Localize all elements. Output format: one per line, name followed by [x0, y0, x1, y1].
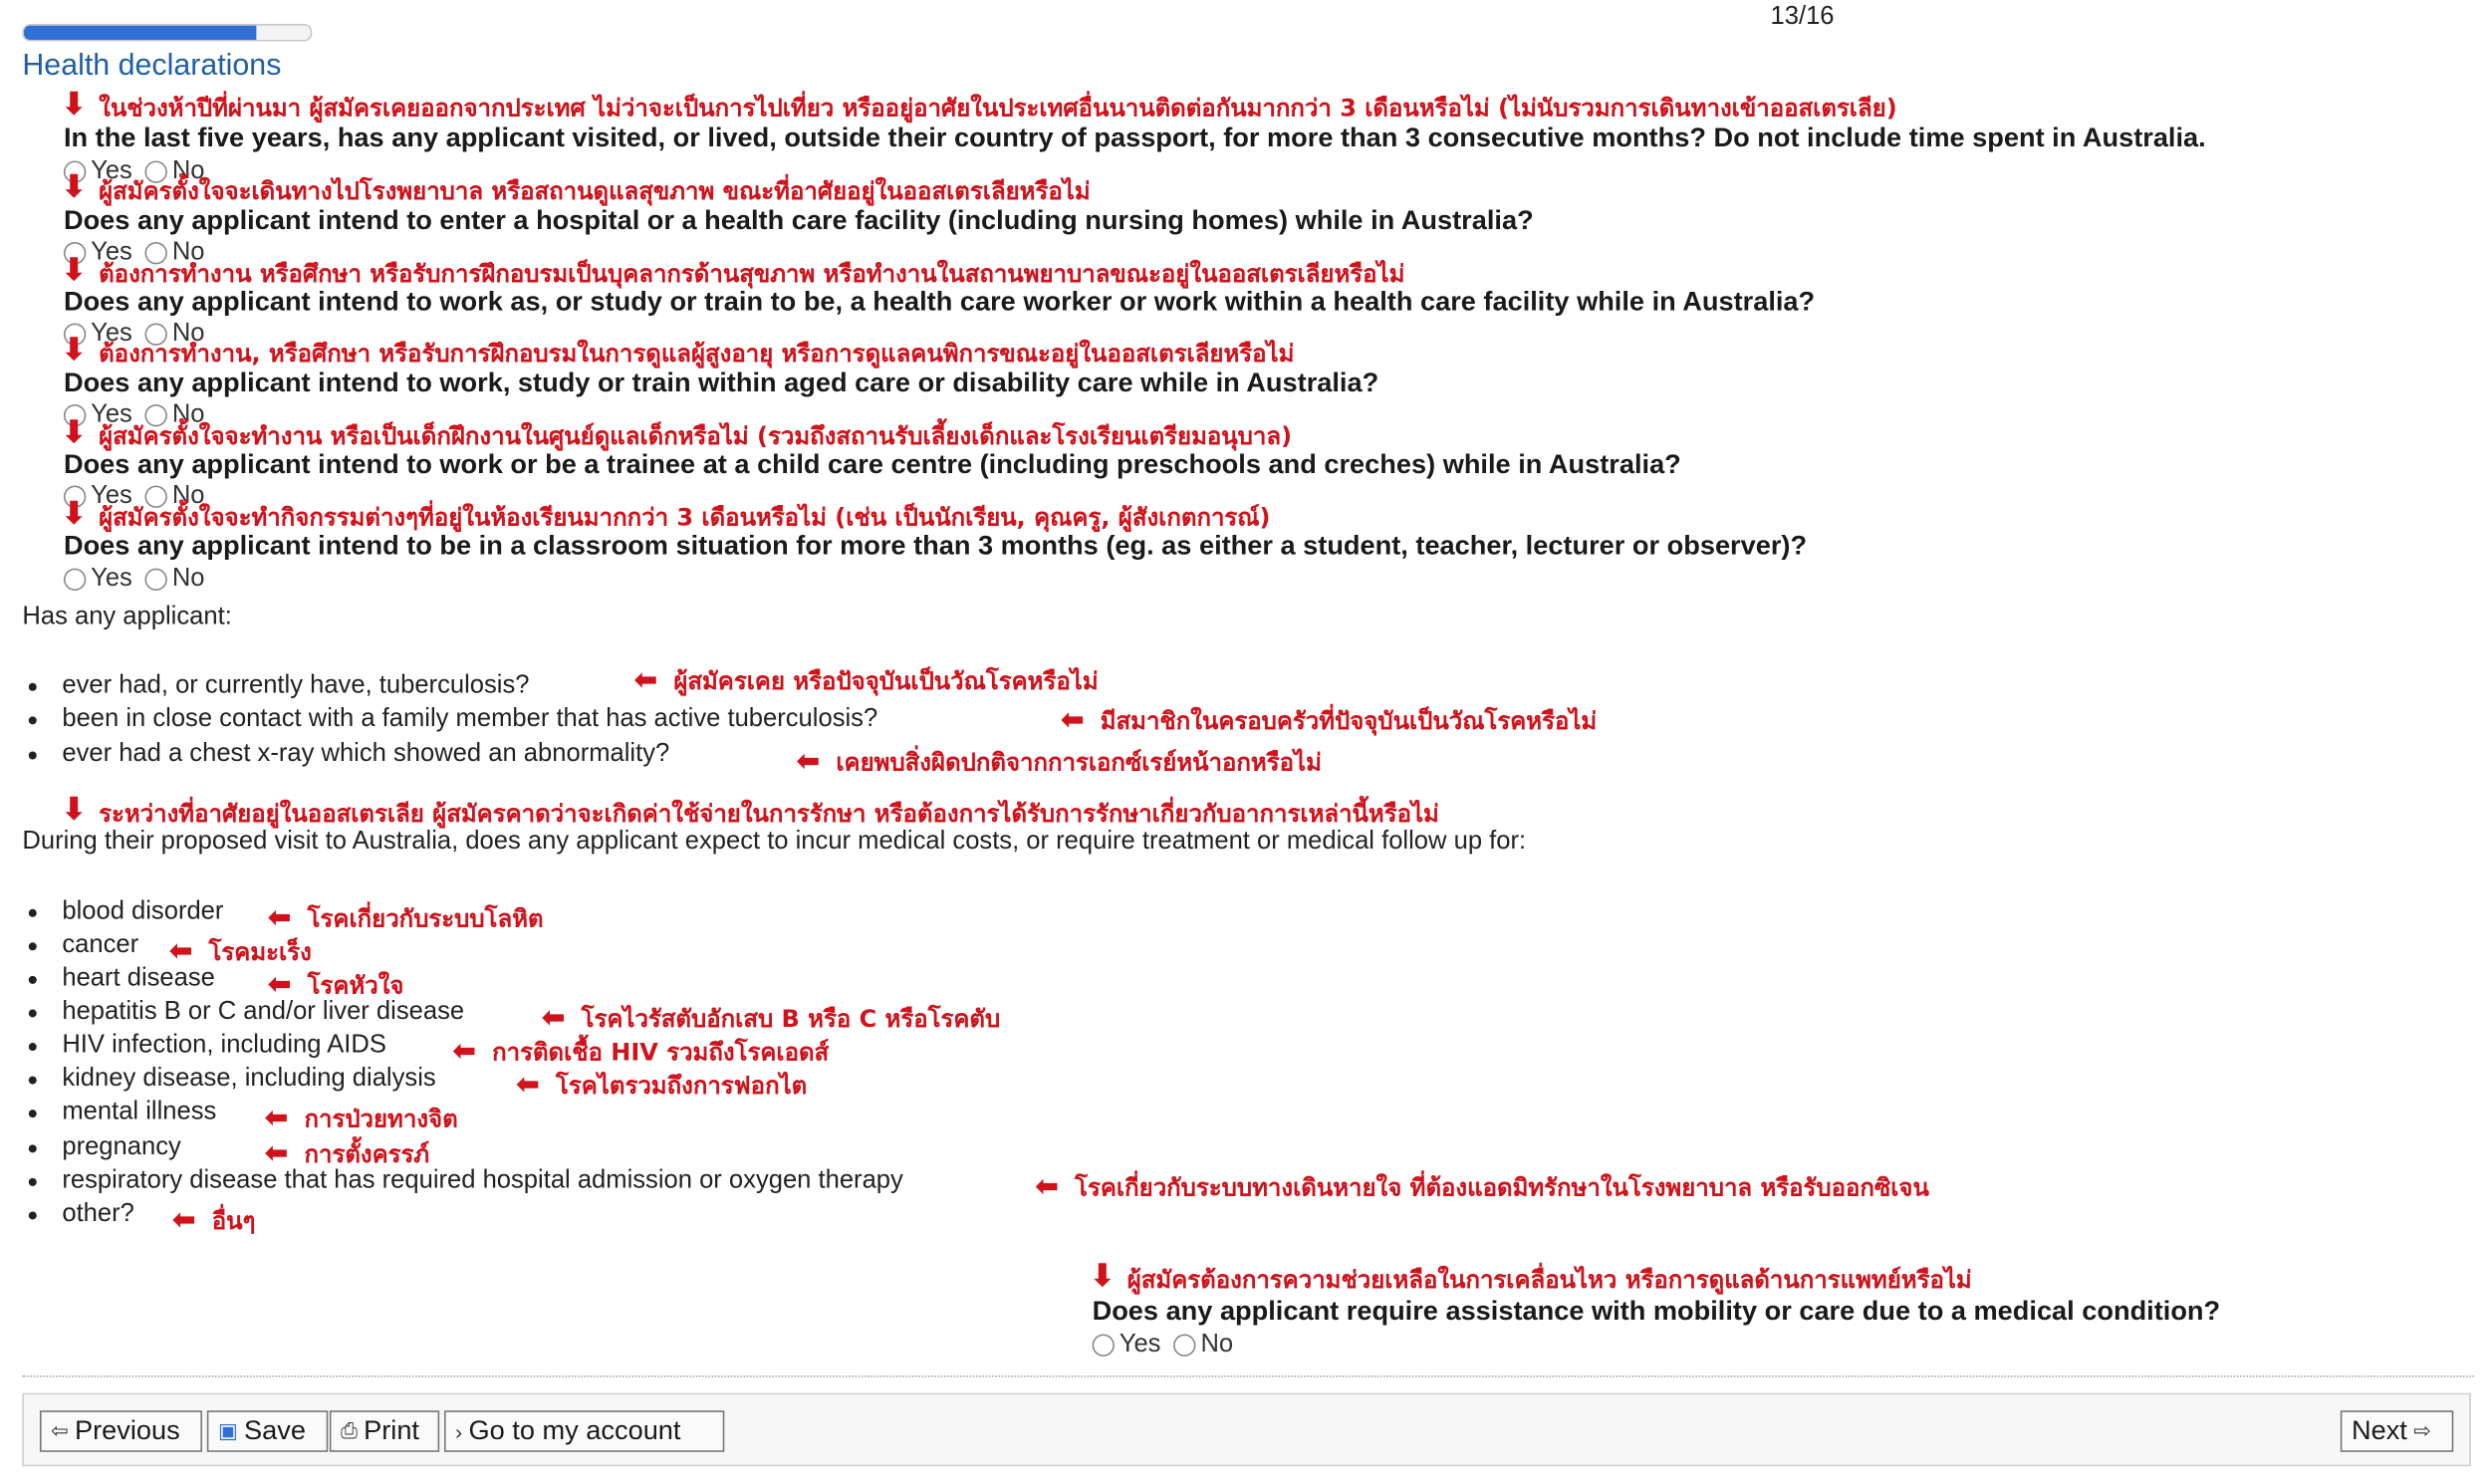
- arrow-left-icon: ⬅: [264, 1102, 289, 1135]
- arrow-left-icon: ⬅: [264, 1136, 289, 1170]
- forward-arrow-icon: ⇨: [2413, 1418, 2431, 1443]
- print-button[interactable]: ⎙ Print: [329, 1410, 440, 1452]
- progress-fill: [23, 25, 257, 40]
- arrow-down-icon: ⬇: [60, 170, 88, 206]
- tb-intro: Has any applicant:: [22, 603, 232, 631]
- list-item: hepatitis B or C and/or liver disease: [28, 998, 464, 1027]
- arrow-left-icon: ⬅: [541, 1001, 566, 1036]
- back-arrow-icon: ⇦: [51, 1418, 69, 1443]
- list-item: kidney disease, including dialysis: [28, 1065, 436, 1094]
- section-title: Health declarations: [22, 49, 282, 84]
- arrow-left-icon: ⬅: [1060, 703, 1085, 738]
- arrow-down-icon: ⬇: [60, 793, 88, 829]
- printer-icon: ⎙: [341, 1418, 358, 1443]
- separator: [22, 1375, 2475, 1377]
- no-radio[interactable]: [1173, 1334, 1196, 1357]
- list-item: heart disease: [28, 965, 215, 994]
- question-text: Does any applicant require assistance wi…: [1092, 1296, 2221, 1327]
- list-item: HIV infection, including AIDS: [28, 1032, 386, 1061]
- floppy-disk-icon: ▣: [217, 1418, 238, 1443]
- arrow-down-icon: ⬇: [60, 87, 88, 124]
- thai-note: ⬅ เคยพบสิ่งผิดปกติจากการเอกซ์เรย์หน้าอกหร…: [796, 745, 1322, 779]
- no-radio[interactable]: [144, 568, 168, 592]
- next-button[interactable]: Next ⇨: [2340, 1410, 2454, 1452]
- thai-note: ⬅ การป่วยทางจิต: [264, 1102, 458, 1135]
- yes-no-group: Yes No: [1092, 1331, 1246, 1360]
- thai-note: ⬅ มีสมาชิกในครอบครัวที่ปัจจุบันเป็นวัณโรค…: [1060, 703, 1598, 738]
- yes-radio[interactable]: [63, 568, 87, 592]
- arrow-left-icon: ⬅: [1035, 1169, 1060, 1204]
- question-text: In the last five years, has any applican…: [63, 123, 2206, 153]
- navigation-bar: ⇦ Previous ▣ Save ⎙ Print › Go to my account…: [22, 1392, 2471, 1467]
- question-text: Does any applicant intend to enter a hos…: [63, 205, 1534, 236]
- arrow-left-icon: ⬅: [796, 745, 821, 779]
- previous-button[interactable]: ⇦ Previous: [39, 1410, 203, 1452]
- question-text: Does any applicant intend to work, study…: [63, 368, 1379, 398]
- arrow-left-icon: ⬅: [267, 900, 292, 935]
- arrow-left-icon: ⬅: [451, 1035, 477, 1069]
- chevron-right-icon: ›: [455, 1419, 463, 1444]
- thai-note: ผู้สมัครต้องการความช่วยเหลือในการเคลื่อน…: [1126, 1265, 1972, 1295]
- list-item: ever had a chest x-ray which showed an a…: [28, 740, 669, 769]
- medical-intro: During their proposed visit to Australia…: [22, 828, 1527, 856]
- arrow-left-icon: ⬅: [267, 967, 292, 1002]
- arrow-left-icon: ⬅: [171, 1203, 196, 1238]
- arrow-down-icon: ⬇: [1089, 1259, 1117, 1295]
- step-counter: 13/16: [1770, 3, 1835, 31]
- arrow-left-icon: ⬅: [633, 663, 658, 698]
- progress-bar: [22, 23, 313, 42]
- list-item: ever had, or currently have, tuberculosi…: [28, 672, 529, 701]
- question-text: Does any applicant intend to work as, or…: [63, 286, 1816, 318]
- list-item: cancer: [28, 931, 138, 960]
- go-to-account-button[interactable]: › Go to my account: [443, 1410, 725, 1452]
- list-item: been in close contact with a family memb…: [28, 705, 877, 734]
- list-item: pregnancy: [28, 1133, 181, 1162]
- arrow-down-icon: ⬇: [60, 415, 88, 451]
- question-text: Does any applicant intend to be in a cla…: [63, 530, 1808, 561]
- list-item: other?: [28, 1200, 134, 1229]
- yes-no-group: Yes No: [63, 565, 217, 594]
- yes-radio[interactable]: [1092, 1334, 1115, 1357]
- arrow-down-icon: ⬇: [60, 333, 88, 369]
- thai-note: ⬅ โรคไตรวมถึงการฟอกไต: [515, 1068, 808, 1103]
- thai-note: ⬅ ผู้สมัครเคย หรือปัจจุบันเป็นวัณโรคหรือไ…: [633, 663, 1099, 698]
- list-item: mental illness: [28, 1099, 217, 1127]
- thai-note: ⬅ โรคเกี่ยวกับระบบทางเดินหายใจ ที่ต้องแอด…: [1035, 1169, 1929, 1204]
- list-item: respiratory disease that has required ho…: [28, 1167, 903, 1196]
- question-text: Does any applicant intend to work or be …: [63, 448, 1681, 480]
- arrow-down-icon: ⬇: [60, 496, 88, 532]
- arrow-left-icon: ⬅: [515, 1068, 541, 1103]
- arrow-down-icon: ⬇: [60, 253, 88, 289]
- thai-note: ⬅ อื่นๆ: [171, 1203, 256, 1238]
- list-item: blood disorder: [28, 898, 223, 927]
- arrow-left-icon: ⬅: [168, 934, 193, 968]
- save-button[interactable]: ▣ Save: [206, 1410, 329, 1452]
